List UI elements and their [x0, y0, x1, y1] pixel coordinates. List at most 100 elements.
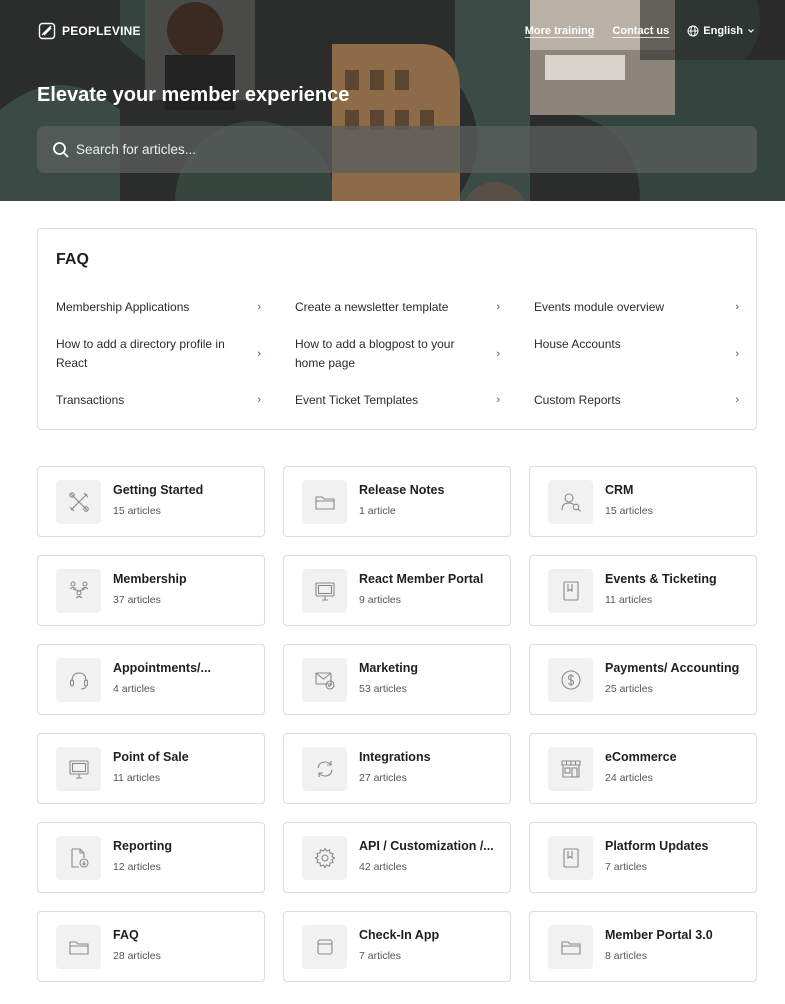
faq-link[interactable]: Events module overview ›: [534, 298, 739, 317]
faq-link[interactable]: House Accounts ›: [534, 335, 739, 373]
card-article-count: 7 articles: [359, 950, 402, 962]
card-article-count: 27 articles: [359, 772, 407, 784]
card-icon-box: [548, 569, 593, 613]
hero-banner: PEOPLEVINE More training Contact us Engl…: [0, 0, 785, 201]
chevron-right-icon: ›: [735, 301, 739, 313]
category-card-check-in-app[interactable]: Check-In App 7 articles: [283, 911, 511, 982]
faq-link[interactable]: How to add a blogpost to your home page …: [295, 335, 500, 373]
category-card-faq[interactable]: FAQ 28 articles: [37, 911, 265, 982]
card-article-count: 15 articles: [605, 505, 653, 517]
card-article-count: 42 articles: [359, 861, 407, 873]
chevron-right-icon: ›: [735, 347, 739, 360]
card-article-count: 24 articles: [605, 772, 653, 784]
headset-icon: [69, 672, 88, 690]
card-title: Member Portal 3.0: [605, 928, 713, 942]
faq-link-label: Event Ticket Templates: [295, 393, 419, 407]
category-card-events-ticketing[interactable]: Events & Ticketing 11 articles: [529, 555, 757, 626]
chevron-right-icon: ›: [496, 347, 500, 360]
sync-icon: [316, 761, 333, 777]
card-title: API / Customization /...: [359, 839, 494, 853]
monitor-icon: [68, 760, 89, 779]
nav-more-training-link[interactable]: More training: [525, 25, 595, 37]
gear-icon: [313, 847, 336, 869]
category-card-getting-started[interactable]: Getting Started 15 articles: [37, 466, 265, 537]
card-title: React Member Portal: [359, 572, 484, 586]
card-article-count: 15 articles: [113, 505, 161, 517]
language-label: English: [703, 25, 743, 37]
card-icon-box: [302, 569, 347, 613]
folder-icon: [68, 941, 89, 955]
folder-icon: [560, 941, 581, 955]
card-icon-box: [302, 925, 347, 969]
faq-link[interactable]: Transactions ›: [56, 391, 261, 410]
chevron-down-icon: [748, 29, 754, 33]
category-card-appointments[interactable]: Appointments/... 4 articles: [37, 644, 265, 715]
card-icon-box: [302, 836, 347, 880]
card-title: Release Notes: [359, 483, 445, 497]
nav-contact-us-link[interactable]: Contact us: [612, 25, 669, 37]
card-icon-box: [302, 658, 347, 702]
search-input[interactable]: [76, 142, 676, 157]
store-icon: [560, 760, 581, 778]
card-article-count: 12 articles: [113, 861, 161, 873]
card-article-count: 9 articles: [359, 594, 402, 606]
window-icon: [316, 939, 333, 955]
card-icon-box: [302, 480, 347, 524]
peoplevine-logo[interactable]: PEOPLEVINE: [38, 22, 141, 40]
card-icon-box: [56, 658, 101, 702]
card-title: Check-In App: [359, 928, 440, 942]
user-search-icon: [560, 493, 581, 512]
faq-link[interactable]: Custom Reports ›: [534, 391, 739, 410]
category-card-reporting[interactable]: Reporting 12 articles: [37, 822, 265, 893]
category-card-api-customization[interactable]: API / Customization /... 42 articles: [283, 822, 511, 893]
card-title: Getting Started: [113, 483, 204, 497]
card-icon-box: [548, 925, 593, 969]
category-card-crm[interactable]: CRM 15 articles: [529, 466, 757, 537]
category-card-ecommerce[interactable]: eCommerce 24 articles: [529, 733, 757, 804]
top-navigation: PEOPLEVINE More training Contact us Engl…: [0, 0, 785, 64]
card-icon-box: [56, 480, 101, 524]
faq-link-label: Events module overview: [534, 300, 665, 314]
category-card-payments-accounting[interactable]: Payments/ Accounting 25 articles: [529, 644, 757, 715]
card-icon-box: [548, 836, 593, 880]
hero-title: Elevate your member experience: [37, 84, 350, 106]
card-title: eCommerce: [605, 750, 677, 764]
logo-mark-icon: [38, 22, 56, 40]
bookmark-icon: [562, 581, 579, 601]
category-card-marketing[interactable]: Marketing 53 articles: [283, 644, 511, 715]
dollar-icon: [560, 670, 581, 690]
category-card-integrations[interactable]: Integrations 27 articles: [283, 733, 511, 804]
card-title: Payments/ Accounting: [605, 661, 740, 675]
search-bar[interactable]: [37, 126, 757, 173]
card-title: Point of Sale: [113, 750, 189, 764]
category-card-platform-updates[interactable]: Platform Updates 7 articles: [529, 822, 757, 893]
card-title: Events & Ticketing: [605, 572, 717, 586]
logo-text: PEOPLEVINE: [62, 24, 141, 38]
category-card-point-of-sale[interactable]: Point of Sale 11 articles: [37, 733, 265, 804]
card-article-count: 1 article: [359, 505, 396, 517]
faq-link[interactable]: Create a newsletter template ›: [295, 298, 500, 317]
header-nav: More training Contact us English: [525, 25, 755, 37]
card-icon-box: [302, 747, 347, 791]
card-title: FAQ: [113, 928, 139, 942]
chevron-right-icon: ›: [496, 394, 500, 406]
faq-link[interactable]: How to add a directory profile in React …: [56, 335, 261, 373]
category-card-membership[interactable]: Membership 37 articles: [37, 555, 265, 626]
mail-check-icon: [314, 672, 335, 690]
folder-icon: [314, 496, 335, 510]
file-download-icon: [70, 848, 89, 868]
card-icon-box: [56, 836, 101, 880]
faq-link[interactable]: Membership Applications ›: [56, 298, 261, 317]
card-icon-box: [548, 747, 593, 791]
language-selector[interactable]: English: [687, 25, 755, 37]
category-card-react-member-portal[interactable]: React Member Portal 9 articles: [283, 555, 511, 626]
category-card-release-notes[interactable]: Release Notes 1 article: [283, 466, 511, 537]
category-card-member-portal-3[interactable]: Member Portal 3.0 8 articles: [529, 911, 757, 982]
card-article-count: 28 articles: [113, 950, 161, 962]
chevron-right-icon: ›: [735, 394, 739, 406]
card-article-count: 8 articles: [605, 950, 648, 962]
faq-link[interactable]: Event Ticket Templates ›: [295, 391, 500, 410]
faq-link-label: Transactions: [56, 393, 125, 407]
people-network-icon: [69, 581, 88, 599]
chevron-right-icon: ›: [257, 301, 261, 313]
